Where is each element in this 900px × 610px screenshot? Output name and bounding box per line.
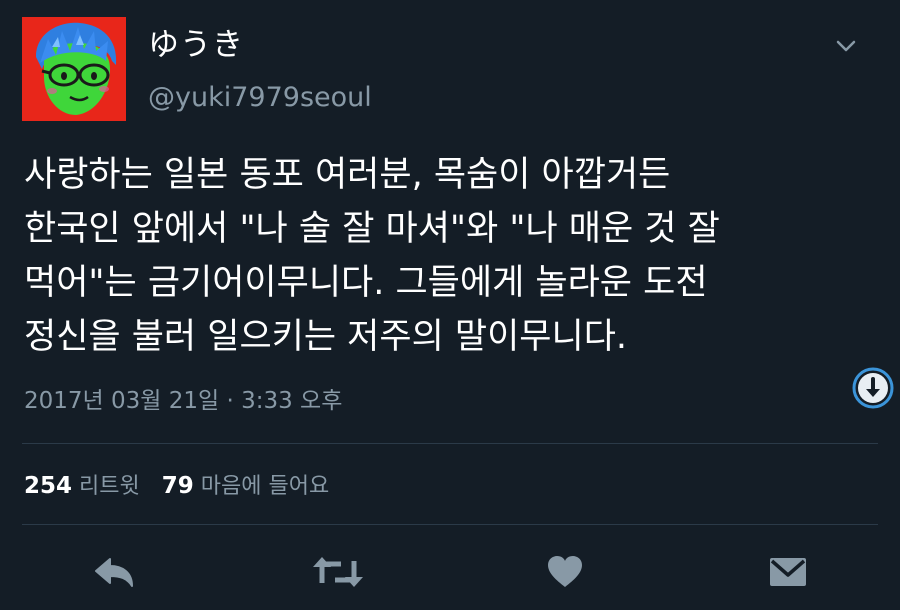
likes-count[interactable]: 79: [162, 473, 194, 499]
tweet-detail: ゆうき @yuki7979seoul 사랑하는 일본 동포 여러분, 목숨이 아…: [0, 0, 900, 610]
tweet-line: 사랑하는 일본 동포 여러분, 목숨이 아깝거든: [24, 155, 671, 195]
likes-label[interactable]: 마음에 들어요: [201, 474, 329, 499]
envelope-icon: [770, 558, 806, 586]
divider: [22, 524, 878, 525]
tweet-line: 한국인 앞에서 "나 술 잘 마셔"와 "나 매운 것 잘: [24, 209, 720, 249]
engagement-stats: 254 리트윗 79 마음에 들어요: [24, 470, 329, 503]
heart-icon: [548, 556, 582, 587]
like-button[interactable]: [540, 550, 590, 594]
divider: [22, 443, 878, 444]
tweet-timestamp: 2017년 03월 21일 · 3:33 오후: [24, 388, 343, 414]
reply-icon: [95, 558, 133, 587]
tweet-text: 사랑하는 일본 동포 여러분, 목숨이 아깝거든 한국인 앞에서 "나 술 잘 …: [24, 148, 864, 364]
chevron-down-icon[interactable]: [832, 34, 860, 58]
retweets-count[interactable]: 254: [24, 473, 72, 499]
scroll-down-icon[interactable]: [851, 366, 895, 410]
user-handle[interactable]: @yuki7979seoul: [148, 82, 372, 114]
direct-message-button[interactable]: [762, 550, 814, 594]
retweets-label[interactable]: 리트윗: [79, 474, 140, 499]
retweet-icon: [313, 557, 363, 587]
retweet-button[interactable]: [308, 550, 368, 594]
avatar-illustration: [22, 17, 126, 121]
reply-button[interactable]: [88, 550, 140, 594]
tweet-line: 정신을 불러 일으키는 저주의 말이무니다.: [24, 317, 628, 357]
display-name[interactable]: ゆうき: [148, 26, 244, 64]
avatar[interactable]: [22, 17, 126, 121]
tweet-line: 먹어"는 금기어이무니다. 그들에게 놀라운 도전: [24, 263, 708, 303]
